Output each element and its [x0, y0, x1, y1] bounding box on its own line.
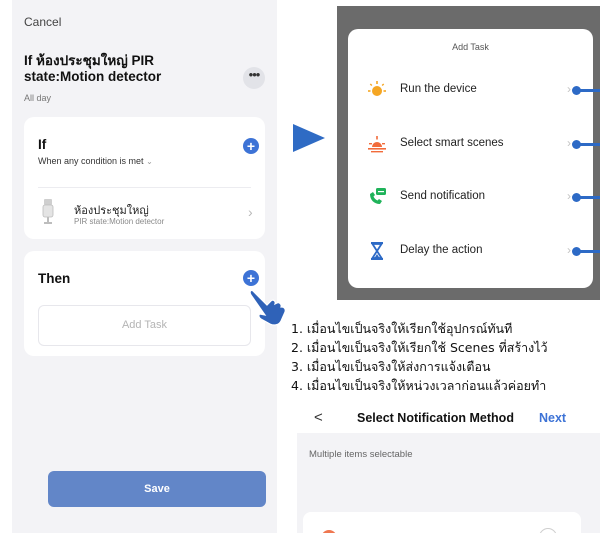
condition-mode-label: When any condition is met	[38, 156, 144, 166]
dialog-title: Add Task	[452, 42, 489, 52]
if-heading: If	[38, 137, 47, 152]
task-select-scenes[interactable]: Select smart scenes ›	[348, 131, 600, 161]
select-checkbox[interactable]	[539, 528, 557, 533]
more-dots-icon: •••	[248, 67, 261, 82]
instruction-list: 1. เมื่อนไขเป็นจริงให้เรียกใช้อุปกรณ์ทัน…	[291, 319, 600, 395]
callout-dot	[572, 193, 581, 202]
divider	[38, 187, 251, 188]
task-label: Select smart scenes	[400, 137, 504, 149]
then-heading: Then	[38, 271, 71, 286]
save-button[interactable]: Save	[48, 471, 266, 507]
notification-method-screen: < Select Notification Method Next Multip…	[297, 403, 600, 533]
then-card: Then + Add Task	[24, 251, 265, 356]
if-card: If + When any condition is met ⌄ ห้องประ…	[24, 117, 265, 239]
cancel-button[interactable]: Cancel	[24, 15, 61, 29]
condition-mode-selector[interactable]: When any condition is met ⌄	[38, 156, 153, 166]
pir-sensor-icon	[42, 199, 54, 224]
rule-schedule-label: All day	[24, 93, 52, 103]
pointing-hand-icon	[249, 289, 286, 326]
instruction-item: 1. เมื่อนไขเป็นจริงให้เรียกใช้อุปกรณ์ทัน…	[291, 321, 513, 336]
more-options-button[interactable]: •••	[243, 67, 265, 89]
add-condition-button[interactable]: +	[243, 138, 259, 154]
page-title: Select Notification Method	[357, 411, 514, 425]
device-state: PIR state:Motion detector	[74, 217, 165, 226]
caret-down-icon: ⌄	[146, 157, 153, 166]
task-run-device[interactable]: Run the device ›	[348, 77, 600, 107]
instruction-item: 4. เมื่อนไขเป็นจริงให้หน่วงเวลาก่อนแล้วค…	[291, 378, 547, 393]
chevron-right-icon: ›	[567, 136, 571, 150]
hourglass-icon	[370, 242, 384, 260]
add-task-button[interactable]: Add Task	[38, 305, 251, 346]
task-label: Send notification	[400, 190, 486, 202]
plus-icon: +	[246, 138, 256, 154]
chevron-right-icon: ›	[567, 189, 571, 203]
sunrise-scene-icon	[368, 136, 386, 153]
task-label: Delay the action	[400, 244, 483, 256]
add-action-button[interactable]: +	[243, 270, 259, 286]
instruction-item: 2. เมื่อนไขเป็นจริงให้เรียกใช้ Scenes ที…	[291, 340, 548, 355]
callout-dot	[572, 140, 581, 149]
method-list: Multiple items selectable	[297, 433, 600, 533]
chevron-right-icon: ›	[567, 243, 571, 257]
add-task-dialog: Add Task Run the device › Select smart s…	[348, 29, 600, 288]
rule-title: If ห้องประชุมใหญ่ PIR state:Motion detec…	[24, 53, 162, 84]
task-send-notification[interactable]: Send notification ›	[348, 184, 600, 214]
callout-dot	[572, 86, 581, 95]
next-button[interactable]: Next	[539, 411, 566, 425]
method-option-row[interactable]	[303, 512, 581, 533]
instruction-item: 3. เมื่อนไขเป็นจริงให้ส่งการแจ้งเตือน	[291, 359, 491, 374]
callout-dot	[572, 247, 581, 256]
chevron-right-icon: ›	[248, 204, 253, 220]
scene-editor-screen: Cancel If ห้องประชุมใหญ่ PIR state:Motio…	[12, 0, 277, 533]
chevron-right-icon: ›	[567, 82, 571, 96]
sun-device-icon	[368, 81, 386, 96]
arrow-right-icon	[293, 124, 325, 152]
task-label: Run the device	[400, 83, 477, 95]
plus-icon: +	[246, 270, 256, 286]
notification-phone-icon	[370, 188, 386, 204]
back-button[interactable]: <	[314, 409, 323, 426]
task-delay-action[interactable]: Delay the action ›	[348, 238, 600, 268]
selection-hint: Multiple items selectable	[309, 449, 413, 460]
